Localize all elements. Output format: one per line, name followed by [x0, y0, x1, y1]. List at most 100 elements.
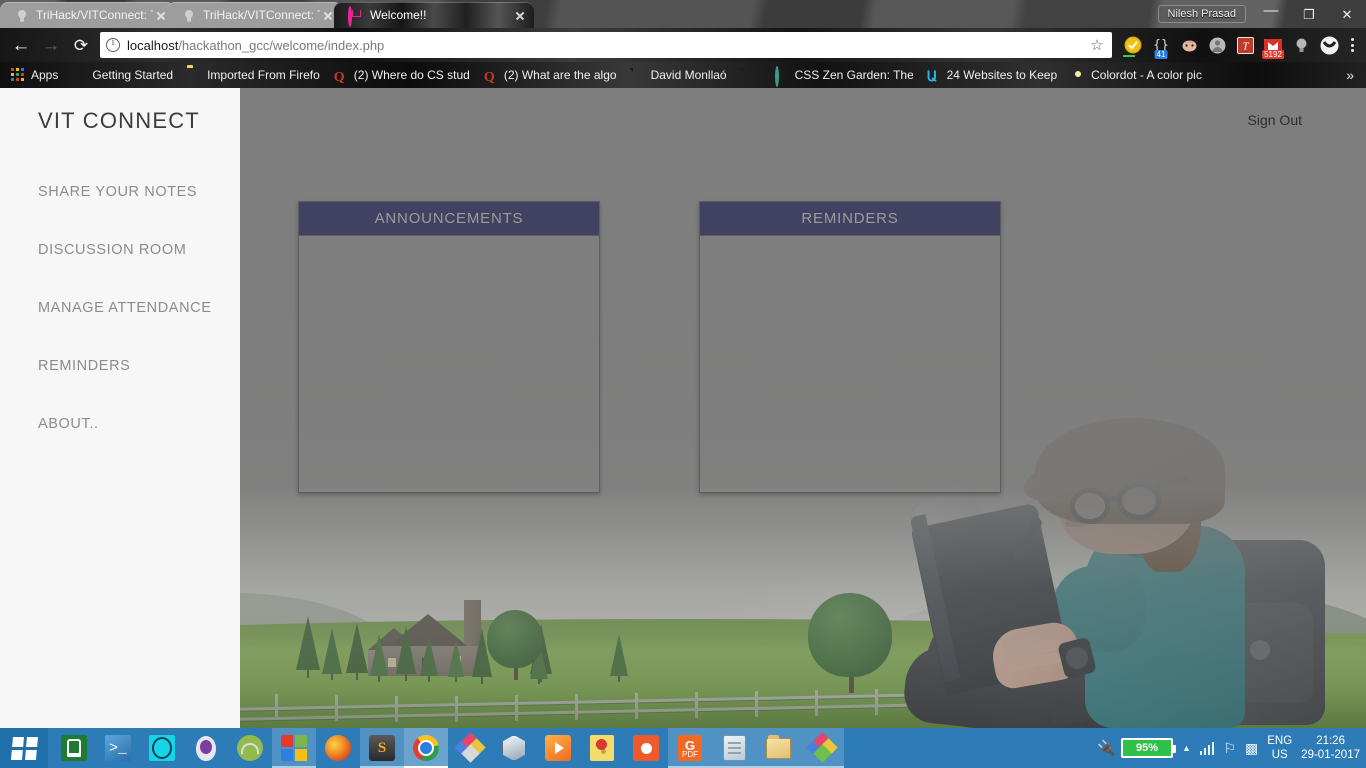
close-icon[interactable]: [512, 7, 528, 23]
bookmark-label: David Monllaó: [650, 68, 727, 82]
scanner-icon[interactable]: [624, 728, 668, 768]
purple-egg-icon[interactable]: [184, 728, 228, 768]
restore-button[interactable]: ❐: [1290, 1, 1328, 27]
bookmark-css-zen-garden[interactable]: CSS Zen Garden: The: [768, 64, 920, 87]
bookmark-colordot[interactable]: Colordot - A color pic: [1064, 64, 1209, 86]
bookmark-untitled[interactable]: [734, 64, 768, 86]
u-letter-icon: Ա: [926, 67, 938, 84]
panel-header: ANNOUNCEMENTS: [299, 202, 599, 236]
system-tray: 🔌 95% ▲ ⚐ ▩ ENG US 21:26 29-01-2017: [1097, 728, 1366, 768]
quora-icon: Q: [333, 69, 345, 85]
browser-toolbar: ← → ⟳ localhost/hackathon_gcc/welcome/in…: [0, 28, 1366, 62]
todoist-t-icon[interactable]: T: [1232, 32, 1258, 58]
sidebar: VIT CONNECT SHARE YOUR NOTES DISCUSSION …: [0, 88, 240, 728]
github-icon: [14, 8, 29, 23]
flag-icon[interactable]: ⚐: [1223, 740, 1236, 757]
android-studio-icon[interactable]: [228, 728, 272, 768]
cyan-app-icon[interactable]: [140, 728, 184, 768]
browser-tab-2[interactable]: TriHack/VITConnect: This: [167, 2, 342, 28]
bookmark-david-monllao[interactable]: David Monllaó: [624, 64, 734, 86]
battery-percent: 95%: [1136, 742, 1159, 754]
photoshop-diamond-icon[interactable]: [448, 728, 492, 768]
language-line-2: US: [1271, 749, 1288, 761]
media-player-icon[interactable]: [536, 728, 580, 768]
lightbulb-icon[interactable]: [1288, 32, 1314, 58]
bookmark-label: (2) What are the algo: [503, 68, 617, 82]
power-plug-icon: 🔌: [1097, 740, 1117, 757]
info-circle-icon[interactable]: [106, 37, 120, 52]
minimize-button[interactable]: —: [1252, 1, 1290, 27]
bookmark-getting-started[interactable]: Getting Started: [65, 64, 180, 86]
pdf-reader-icon[interactable]: PDF: [668, 728, 712, 768]
sidebar-item-discussion-room[interactable]: DISCUSSION ROOM: [38, 242, 238, 258]
virtualbox-cube-icon[interactable]: [492, 728, 536, 768]
colordot-icon: [1071, 68, 1086, 83]
firefox-icon[interactable]: [316, 728, 360, 768]
bookmark-24-websites[interactable]: Ա 24 Websites to Keep: [920, 64, 1065, 86]
bookmark-label: CSS Zen Garden: The: [794, 68, 913, 82]
screen: TriHack/VITConnect: This TriHack/VITConn…: [0, 0, 1366, 768]
panel-title: REMINDERS: [801, 210, 899, 227]
forward-button[interactable]: →: [36, 30, 66, 60]
sidebar-item-manage-attendance[interactable]: MANAGE ATTENDANCE: [38, 300, 238, 316]
document-icon: [741, 68, 756, 83]
announcements-list[interactable]: [299, 236, 599, 492]
bookmark-imported-from-firefox[interactable]: Imported From Firefo: [180, 64, 327, 86]
bookmark-label: Imported From Firefo: [207, 68, 320, 82]
bookmarks-overflow-button[interactable]: »: [1338, 67, 1362, 83]
sidebar-item-share-your-notes[interactable]: SHARE YOUR NOTES: [38, 184, 238, 200]
close-icon: ✕: [1341, 6, 1353, 22]
bookmark-apps[interactable]: Apps: [4, 64, 65, 86]
bookmark-quora-2[interactable]: Q (2) What are the algo: [477, 64, 624, 86]
usb-device-icon[interactable]: ▩: [1245, 740, 1258, 757]
color-diamond-icon[interactable]: [800, 728, 844, 768]
reload-icon: ⟳: [73, 35, 89, 55]
battery-indicator[interactable]: 🔌 95%: [1097, 738, 1177, 758]
clock-date: 29-01-2017: [1301, 749, 1360, 761]
main-content: Sign Out ANNOUNCEMENTS REMINDERS: [240, 88, 1366, 728]
sign-out-link[interactable]: Sign Out: [1248, 112, 1302, 128]
sublime-text-icon[interactable]: S: [360, 728, 404, 768]
sidebar-item-about[interactable]: ABOUT..: [38, 416, 238, 432]
restore-icon: ❐: [1303, 6, 1315, 22]
google-chrome-icon[interactable]: [404, 728, 448, 768]
pink-logo-icon: [348, 5, 363, 27]
windows-store-icon[interactable]: [52, 728, 96, 768]
tray-overflow-caret-icon[interactable]: ▲: [1182, 743, 1191, 753]
window-controls: Nilesh Prasad — ❐ ✕: [1157, 0, 1366, 28]
gmail-envelope-icon[interactable]: 5192: [1260, 32, 1286, 59]
browser-tab-1[interactable]: TriHack/VITConnect: This: [0, 2, 175, 28]
sticky-notes-icon[interactable]: [580, 728, 624, 768]
bookmark-label: (2) Where do CS stud: [353, 68, 470, 82]
extension-toolbar: {} 41 T 5192: [1118, 32, 1360, 59]
signal-bars-icon[interactable]: [1199, 741, 1215, 755]
document-icon: [631, 68, 646, 83]
address-bar[interactable]: localhost/hackathon_gcc/welcome/index.ph…: [100, 32, 1112, 58]
sidebar-item-reminders[interactable]: REMINDERS: [38, 358, 238, 374]
windows-taskbar: >_ S PDF 🔌: [0, 728, 1366, 768]
code-braces-icon[interactable]: {} 41: [1148, 32, 1174, 59]
reload-button[interactable]: ⟳: [66, 30, 96, 60]
microsoft-office-icon[interactable]: [272, 728, 316, 768]
notepad-icon[interactable]: [712, 728, 756, 768]
user-profile-chip[interactable]: Nilesh Prasad: [1157, 5, 1246, 23]
user-circle-icon[interactable]: [1204, 32, 1230, 58]
url-host: localhost: [127, 37, 179, 53]
clock[interactable]: 21:26 29-01-2017: [1301, 734, 1360, 762]
language-indicator[interactable]: ENG US: [1267, 734, 1292, 762]
browser-tab-3-active[interactable]: Welcome!!: [334, 2, 534, 28]
bookmark-quora-1[interactable]: Q (2) Where do CS stud: [327, 64, 477, 86]
adblock-check-icon[interactable]: [1120, 32, 1146, 58]
reminders-list[interactable]: [700, 236, 1000, 492]
quora-icon: Q: [483, 69, 495, 85]
start-windows-icon[interactable]: [0, 728, 48, 768]
extension-badge-count: 5192: [1262, 50, 1284, 59]
kebab-menu-icon[interactable]: [1344, 35, 1360, 55]
bookmark-star-icon[interactable]: ☆: [1088, 36, 1106, 54]
file-explorer-icon[interactable]: [756, 728, 800, 768]
face-avatar-icon[interactable]: [1176, 32, 1202, 58]
powershell-icon[interactable]: >_: [96, 728, 140, 768]
close-window-button[interactable]: ✕: [1328, 1, 1366, 27]
pocket-circle-icon[interactable]: [1316, 32, 1342, 58]
back-button[interactable]: ←: [6, 30, 36, 60]
